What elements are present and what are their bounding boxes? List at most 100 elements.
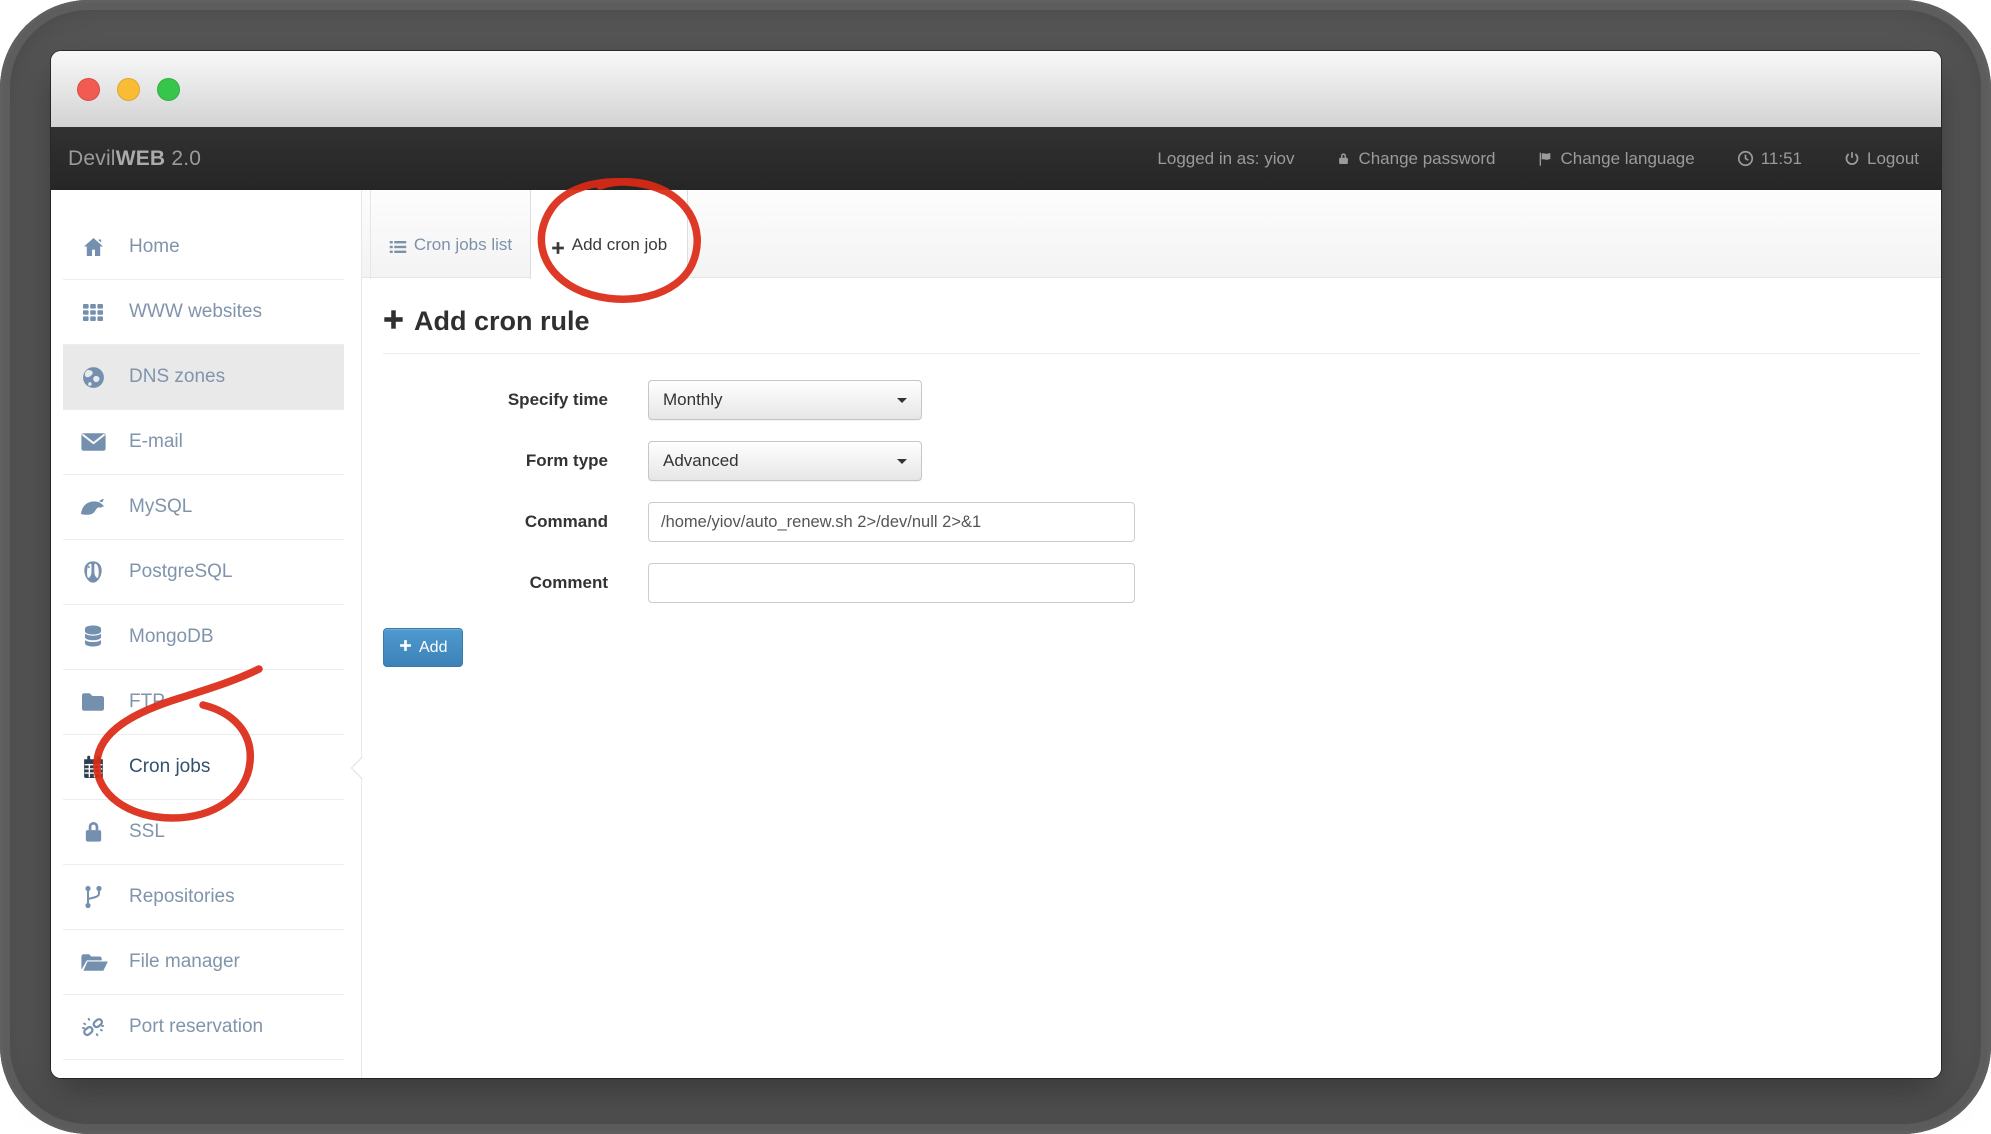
sidebar-item-postgresql[interactable]: PostgreSQL [63,540,344,605]
add-cron-form: Specify time Monthly Form type Advanced [383,380,1920,667]
brand-suffix: 2.0 [165,147,201,170]
sidebar-item-label: File manager [129,951,240,973]
lock-icon [78,819,108,845]
sidebar-item-mongodb[interactable]: MongoDB [63,605,344,670]
specify-time-row: Specify time Monthly [383,380,1920,420]
page-content: Add cron rule Specify time Monthly [362,278,1941,667]
chevron-down-icon [897,398,907,403]
page-title: Add cron rule [383,306,1920,337]
lock-icon [1336,151,1351,167]
button-row: Add [383,628,1920,667]
navbar-menu: Logged in as: yiov Change password Chang… [1157,149,1919,169]
form-type-value: Advanced [663,451,739,471]
sidebar-item-label: Home [129,236,180,258]
logged-in-status: Logged in as: yiov [1157,149,1294,169]
add-button[interactable]: Add [383,628,463,667]
titlebar [51,51,1941,127]
change-language-label: Change language [1560,149,1694,169]
sidebar-item-label: SSL [129,821,165,843]
brand-prefix: Devil [68,147,116,170]
sidebar-item-label: FTP [129,691,165,713]
sidebar-item-label: Cron jobs [129,756,210,778]
sidebar-item-label: DNS zones [129,366,225,388]
flag-icon [1537,151,1553,167]
sidebar-item-email[interactable]: E-mail [63,410,344,475]
chain-broken-icon [78,1014,108,1040]
folder-open-icon [78,951,108,973]
command-input[interactable] [648,502,1135,542]
clock-display: 11:51 [1737,149,1802,169]
plus-icon [399,639,412,657]
tab-label: Add cron job [572,235,667,255]
sidebar-item-mysql[interactable]: MySQL [63,475,344,540]
sidebar-item-ssl[interactable]: SSL [63,800,344,865]
power-icon [1844,150,1860,167]
partial-icon [78,1072,108,1078]
command-label: Command [383,512,608,532]
list-icon [389,239,407,255]
sidebar-item-dns-zones[interactable]: DNS zones [63,345,344,410]
sidebar-item-ftp[interactable]: FTP [63,670,344,735]
postgresql-elephant-icon [78,559,108,585]
logged-in-text: Logged in as: yiov [1157,149,1294,169]
close-window-button[interactable] [77,78,100,101]
app-navbar: DevilWEB 2.0 Logged in as: yiov Change p… [51,127,1941,190]
main-panel: Cron jobs list Add cron job Add cron rul… [362,190,1941,1078]
add-button-label: Add [419,639,447,657]
comment-row: Comment [383,563,1920,603]
app-window: DevilWEB 2.0 Logged in as: yiov Change p… [51,51,1941,1078]
database-icon [78,624,108,650]
change-password-link[interactable]: Change password [1336,149,1495,169]
change-language-link[interactable]: Change language [1537,149,1694,169]
screenshot-stage: DevilWEB 2.0 Logged in as: yiov Change p… [0,0,1991,1134]
specify-time-value: Monthly [663,390,723,410]
tab-label: Cron jobs list [414,235,512,255]
grid-icon [78,300,108,324]
command-row: Command [383,502,1920,542]
globe-icon [78,365,108,390]
sidebar-item-label: Repositories [129,886,235,908]
specify-time-select[interactable]: Monthly [648,380,922,420]
clock-time: 11:51 [1761,149,1802,169]
sidebar-item-cron-jobs[interactable]: Cron jobs [63,735,344,800]
tab-cron-jobs-list[interactable]: Cron jobs list [370,190,530,279]
sidebar-item-home[interactable]: Home [63,215,344,280]
home-icon [78,235,108,259]
tab-add-cron-job[interactable]: Add cron job [530,190,688,279]
brand-logo[interactable]: DevilWEB 2.0 [68,147,201,171]
specify-time-label: Specify time [383,390,608,410]
tab-bar: Cron jobs list Add cron job [362,190,1941,278]
sidebar-item-label: WWW websites [129,301,262,323]
chevron-down-icon [897,459,907,464]
page-title-text: Add cron rule [414,306,590,337]
form-type-select[interactable]: Advanced [648,441,922,481]
mysql-dolphin-icon [78,495,108,519]
logout-label: Logout [1867,149,1919,169]
sidebar-item-file-manager[interactable]: File manager [63,930,344,995]
change-password-label: Change password [1358,149,1495,169]
code-branch-icon [78,884,108,910]
comment-label: Comment [383,573,608,593]
sidebar-item-port-reservation[interactable]: Port reservation [63,995,344,1060]
zoom-window-button[interactable] [157,78,180,101]
heading-divider [383,353,1920,354]
brand-bold: WEB [116,147,166,170]
sidebar: Home WWW websites DNS zones E-mail [51,190,362,1078]
sidebar-item-label: E-mail [129,431,183,453]
minimize-window-button[interactable] [117,78,140,101]
sidebar-nav: Home WWW websites DNS zones E-mail [51,215,361,1078]
form-type-row: Form type Advanced [383,441,1920,481]
sidebar-item-partial[interactable] [63,1060,344,1078]
plus-icon [551,241,565,255]
clock-icon [1737,150,1754,167]
plus-icon [383,306,404,337]
sidebar-item-www-websites[interactable]: WWW websites [63,280,344,345]
logout-link[interactable]: Logout [1844,149,1919,169]
folder-icon [78,691,108,713]
comment-input[interactable] [648,563,1135,603]
sidebar-item-repositories[interactable]: Repositories [63,865,344,930]
envelope-icon [78,431,108,453]
content-row: Home WWW websites DNS zones E-mail [51,190,1941,1078]
form-type-label: Form type [383,451,608,471]
sidebar-item-label: MongoDB [129,626,214,648]
